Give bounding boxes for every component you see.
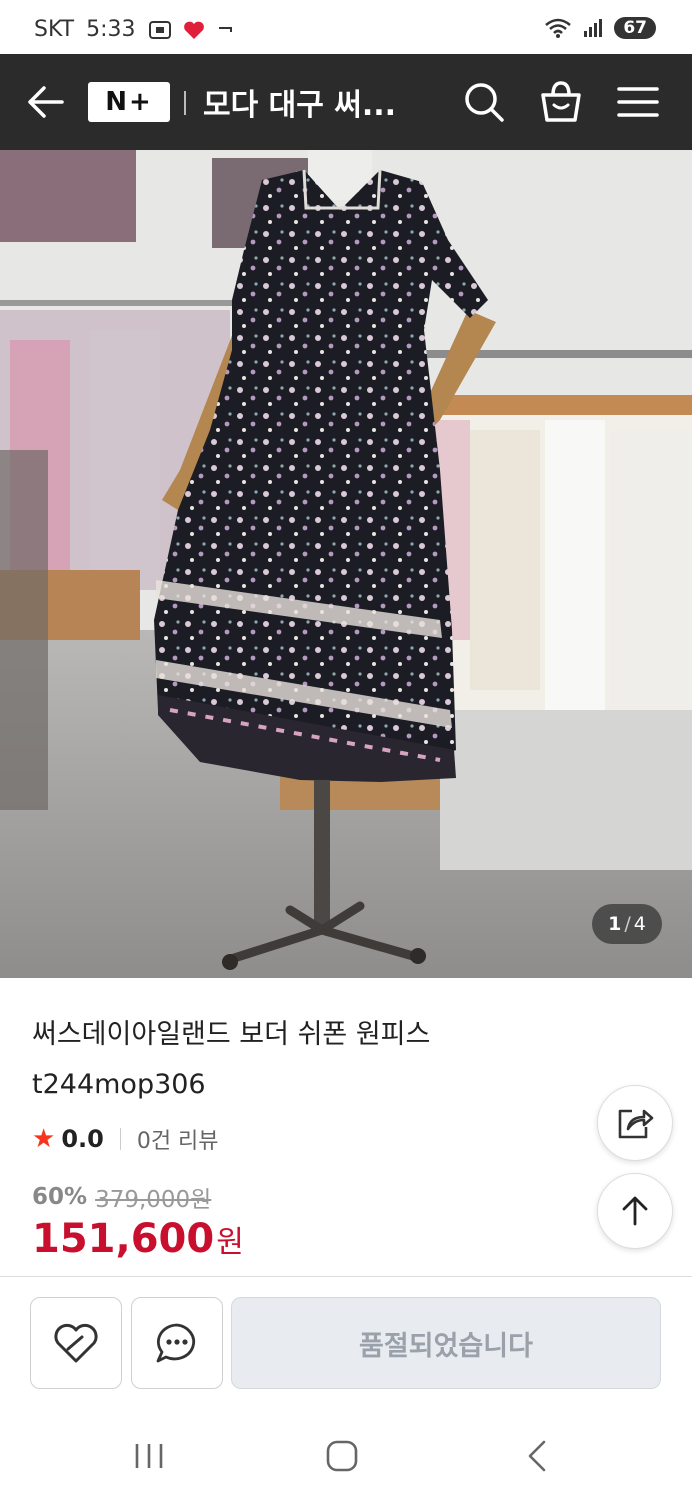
original-price: 379,000원 (95, 1187, 212, 1213)
app-header: N+ 모다 대구 써... (0, 54, 692, 150)
back-button[interactable] (24, 82, 66, 122)
status-left: SKT 5:33 (34, 17, 234, 42)
notification-icons (148, 19, 234, 41)
heart-icon (54, 1323, 98, 1363)
sale-price-amount: 151,600 (32, 1216, 215, 1262)
shopping-bag-icon (541, 81, 581, 122)
rating-divider (119, 1128, 121, 1150)
star-icon: ★ (32, 1124, 56, 1154)
wifi-icon (545, 18, 572, 38)
clock: 5:33 (86, 17, 136, 42)
image-counter-separator: / (624, 913, 631, 935)
soldout-button[interactable]: 품절되었습니다 (231, 1297, 661, 1389)
product-image-gallery[interactable]: 1 / 4 (0, 150, 692, 978)
header-divider (184, 91, 186, 115)
store-logo[interactable]: N+ (88, 82, 170, 122)
store-title[interactable]: 모다 대구 써... (203, 80, 396, 124)
discount-rate: 60% (32, 1184, 88, 1210)
chat-bubble-icon (156, 1323, 196, 1363)
wishlist-button[interactable] (30, 1297, 122, 1389)
heart-notification-icon (183, 21, 204, 39)
minus-notification-icon (218, 26, 232, 32)
chevron-left-icon (528, 1440, 546, 1472)
action-bar-divider (0, 1276, 692, 1277)
review-count-link[interactable]: 0건 리뷰 (137, 1123, 219, 1155)
menu-button[interactable] (616, 84, 660, 120)
image-counter: 1 / 4 (592, 904, 662, 944)
sale-price-unit: 원 (216, 1225, 244, 1260)
home-icon (326, 1440, 358, 1472)
search-icon (465, 83, 504, 122)
rating-score: 0.0 (61, 1125, 104, 1153)
discount-row: 60% 379,000원 (32, 1180, 211, 1214)
image-counter-total: 4 (633, 913, 646, 935)
sale-price: 151,600 원 (32, 1216, 244, 1262)
signal-icon (584, 19, 603, 37)
share-button[interactable] (597, 1085, 673, 1161)
image-counter-current: 1 (608, 913, 622, 935)
cart-button[interactable] (538, 80, 584, 124)
carrier: SKT (34, 17, 75, 42)
scroll-top-button[interactable] (597, 1173, 673, 1249)
battery-indicator: 67 (614, 17, 656, 39)
status-right: 67 (544, 17, 656, 39)
screenshot-icon (148, 20, 171, 39)
back-arrow-icon (28, 86, 64, 118)
share-icon (618, 1109, 654, 1139)
product-photo (0, 150, 692, 978)
home-button[interactable] (324, 1438, 360, 1474)
recent-apps-button[interactable] (132, 1440, 166, 1472)
system-back-button[interactable] (522, 1438, 552, 1474)
status-bar: SKT 5:33 67 (0, 0, 692, 54)
chat-button[interactable] (131, 1297, 223, 1389)
recent-apps-icon (135, 1444, 163, 1468)
system-nav-bar (0, 1410, 692, 1500)
menu-icon (617, 87, 659, 117)
search-button[interactable] (462, 80, 506, 124)
product-name: 써스데이아일랜드 보더 쉬폰 원피스 t244mop306 (32, 1019, 431, 1100)
arrow-up-icon (622, 1196, 648, 1226)
rating-row: ★ 0.0 0건 리뷰 (32, 1122, 219, 1156)
